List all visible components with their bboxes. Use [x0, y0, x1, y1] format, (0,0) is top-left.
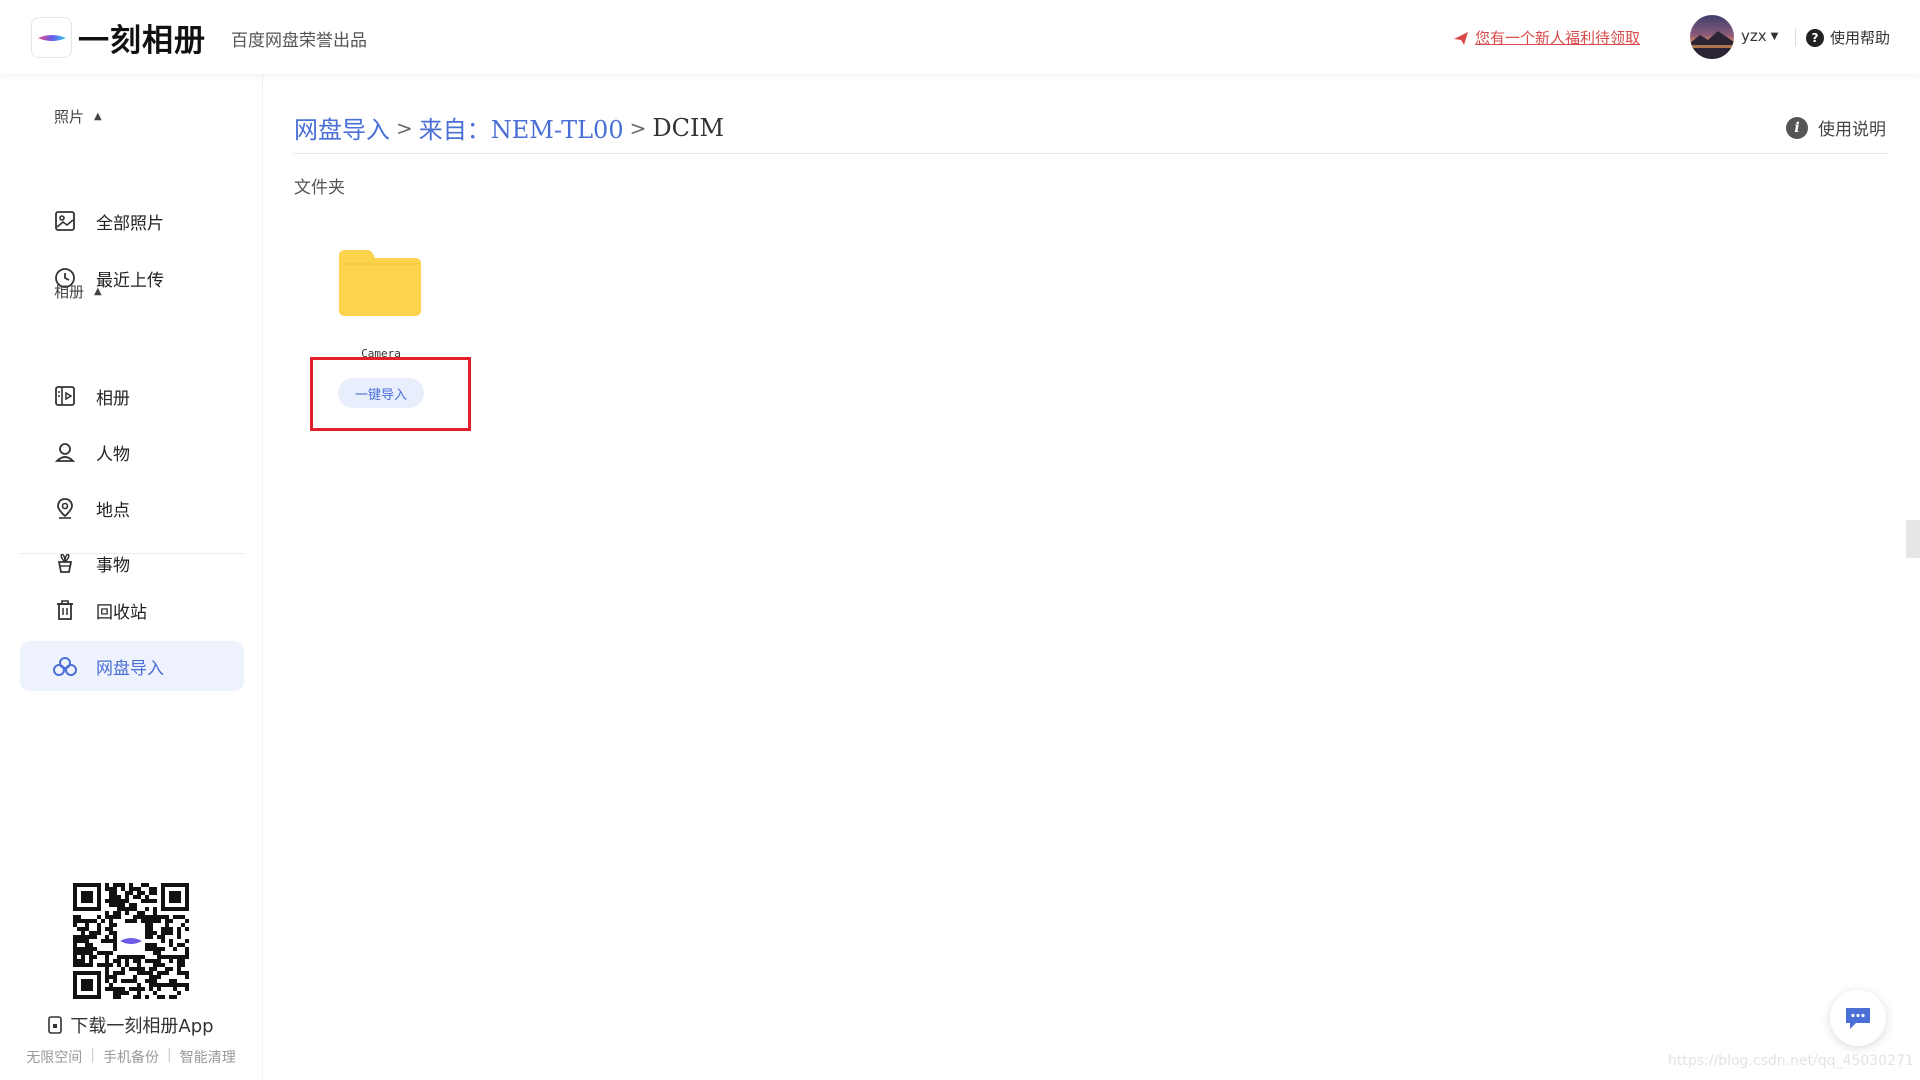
sidebar-item-all-photos[interactable]: 全部照片 [20, 196, 244, 246]
folder-section-label: 文件夹 [294, 178, 345, 198]
albums-section-label: 相册 [54, 283, 85, 301]
breadcrumb-separator: > [396, 115, 413, 140]
sidebar-item-label: 最近上传 [96, 270, 164, 291]
qr-code-image [73, 883, 189, 999]
albums-section-header[interactable]: 相册 ▲ [54, 281, 102, 302]
flower-icon [53, 551, 77, 575]
location-pin-icon [53, 496, 77, 520]
photos-section-header[interactable]: 照片 ▲ [54, 106, 102, 127]
breadcrumb-root[interactable]: 网盘导入 [294, 110, 390, 145]
sidebar: 照片 ▲ 全部照片 最近上传 相册 ▲ 相册 人物 地点 事物 回收站 网盘导入… [0, 74, 263, 1080]
top-header: 一刻相册 百度网盘荣誉出品 您有一个新人福利待领取 yzx ▼ ? 使用帮助 [0, 0, 1920, 74]
sidebar-item-label: 人物 [96, 444, 130, 465]
app-logo[interactable] [31, 17, 72, 58]
question-icon: ? [1806, 28, 1824, 47]
album-icon [53, 384, 77, 408]
breadcrumb-current: DCIM [652, 113, 725, 142]
avatar[interactable] [1690, 15, 1734, 59]
sidebar-item-places[interactable]: 地点 [20, 483, 244, 533]
promo-text[interactable]: 您有一个新人福利待领取 [1475, 27, 1640, 48]
phone-icon [48, 1016, 63, 1034]
highlight-annotation-box [310, 357, 471, 431]
info-icon: i [1786, 116, 1808, 139]
sidebar-item-things[interactable]: 事物 [20, 538, 244, 588]
sidebar-item-recycle-bin[interactable]: 回收站 [20, 585, 244, 635]
image-icon [53, 209, 77, 233]
download-app-caption[interactable]: 下载一刻相册App [0, 1012, 262, 1038]
header-divider [1795, 28, 1796, 46]
download-qr-code [73, 883, 189, 999]
chat-support-button[interactable] [1830, 990, 1886, 1046]
trash-icon [53, 598, 77, 622]
chevron-down-icon: ▼ [1770, 30, 1779, 42]
feature-smart-clean: 智能清理 [179, 1050, 236, 1066]
scrollbar-thumb[interactable] [1906, 520, 1920, 558]
sidebar-item-label: 相册 [96, 388, 130, 409]
sidebar-item-label: 回收站 [96, 602, 147, 623]
folder-icon [339, 250, 421, 316]
avatar-landscape [1690, 31, 1734, 59]
username-menu[interactable]: yzx ▼ [1741, 27, 1778, 45]
help-link[interactable]: ? 使用帮助 [1806, 27, 1890, 48]
breadcrumb: 网盘导入 > 来自：NEM-TL00 > DCIM [294, 110, 724, 145]
app-name: 一刻相册 [78, 23, 206, 59]
app-subtitle: 百度网盘荣誉出品 [231, 31, 367, 51]
breadcrumb-separator: > [629, 115, 647, 140]
person-icon [53, 440, 77, 464]
breadcrumb-source[interactable]: 来自：NEM-TL00 [419, 110, 624, 145]
sidebar-item-people[interactable]: 人物 [20, 427, 244, 477]
promo-link[interactable]: 您有一个新人福利待领取 [1453, 27, 1640, 48]
usage-guide-link[interactable]: i 使用说明 [1786, 115, 1886, 140]
feature-separator: | [167, 1047, 172, 1063]
username: yzx [1741, 27, 1767, 45]
sidebar-item-label: 网盘导入 [96, 658, 164, 679]
sidebar-divider [20, 553, 244, 554]
sidebar-item-label: 全部照片 [96, 213, 164, 234]
breadcrumb-divider [294, 153, 1888, 154]
sidebar-item-label: 地点 [96, 500, 130, 521]
collapse-up-icon: ▲ [94, 286, 102, 297]
feature-links: 无限空间 | 手机备份 | 智能清理 [0, 1047, 262, 1067]
feature-unlimited-space: 无限空间 [26, 1050, 83, 1066]
help-label: 使用帮助 [1830, 29, 1891, 47]
paper-plane-icon [1454, 31, 1468, 45]
folder-item-camera[interactable] [337, 248, 423, 318]
logo-swoosh-icon [37, 34, 66, 41]
collapse-up-icon: ▲ [94, 111, 102, 122]
feature-separator: | [90, 1047, 95, 1063]
sidebar-item-albums[interactable]: 相册 [20, 371, 244, 421]
download-app-label: 下载一刻相册App [70, 1016, 214, 1037]
watermark: https://blog.csdn.net/qq_45030271 [1668, 1053, 1914, 1069]
photos-section-label: 照片 [54, 108, 85, 126]
feature-phone-backup: 手机备份 [103, 1050, 159, 1066]
cloud-import-icon [53, 654, 77, 678]
sidebar-item-label: 事物 [96, 555, 130, 576]
chat-bubble-icon [1846, 1008, 1870, 1029]
usage-guide-label: 使用说明 [1818, 120, 1886, 140]
sidebar-item-netdisk-import[interactable]: 网盘导入 [20, 641, 244, 691]
